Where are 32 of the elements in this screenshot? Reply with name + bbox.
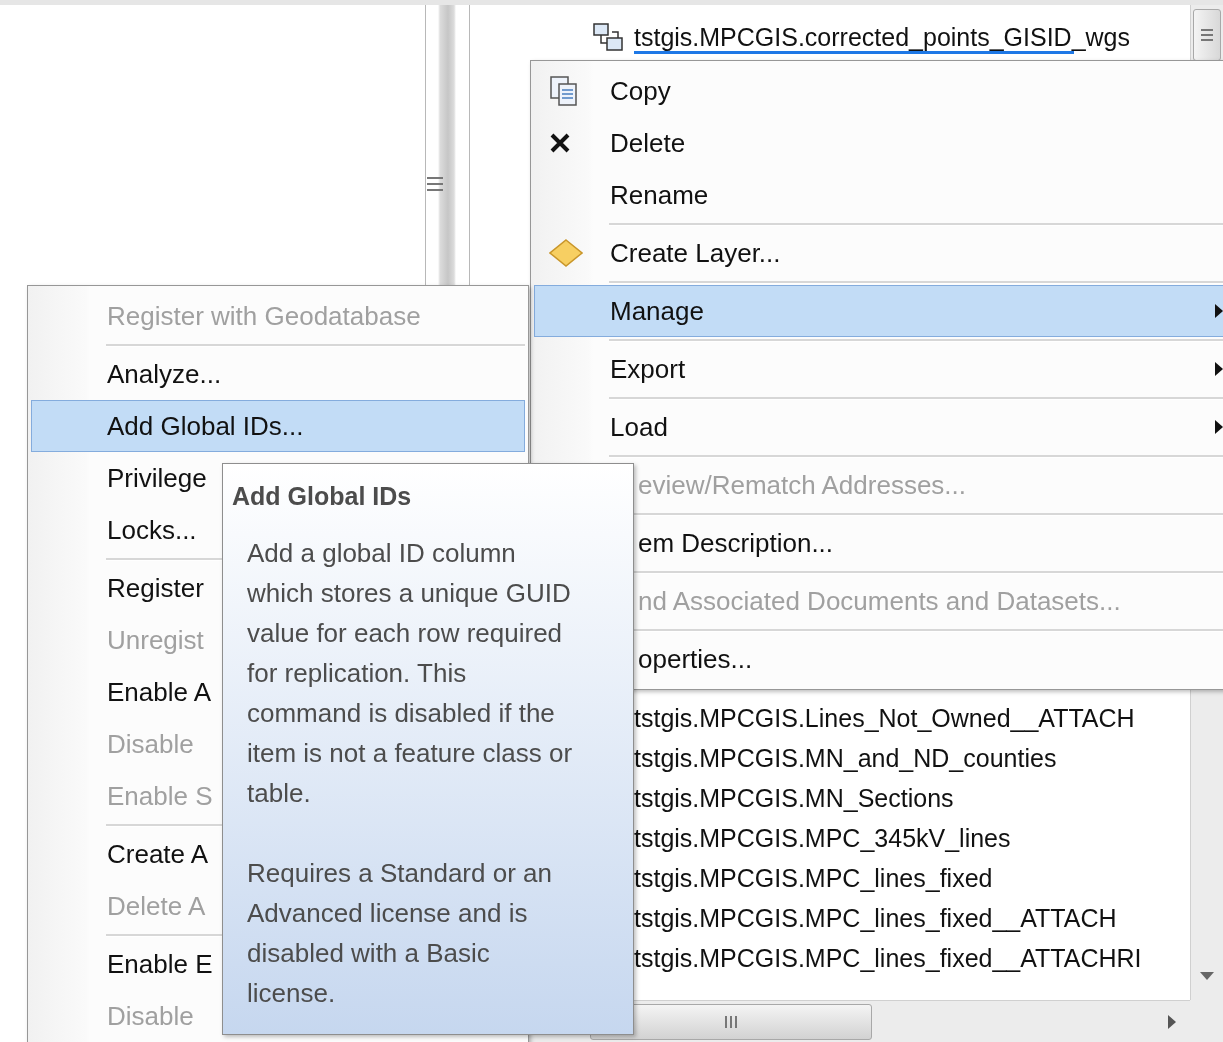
tree-item[interactable]: tstgis.MPCGIS.MPC_lines_fixed [634,861,993,895]
grip-icon [1200,28,1214,42]
menu-item[interactable]: Copy [534,65,1223,117]
scroll-right-arrow-icon[interactable] [1168,1014,1176,1029]
scroll-down-arrow-icon[interactable] [1200,972,1214,980]
tree-item[interactable]: tstgis.MPCGIS.MPC_lines_fixed__ATTACH [634,901,1117,935]
grip-icon [724,1014,738,1029]
tree-item[interactable]: tstgis.MPCGIS.MPC_lines_fixed__ATTACHRI [634,941,1142,975]
copy-icon [549,75,579,107]
menu-item[interactable]: Analyze... [31,348,525,400]
menu-item[interactable]: Manage [534,285,1223,337]
submenu-arrow-icon [1215,420,1223,434]
submenu-arrow-icon [1215,362,1223,376]
tree-item[interactable]: tstgis.MPCGIS.MN_and_ND_counties [634,741,1057,775]
diamond-icon [549,239,583,267]
relationship-class-icon [592,22,624,52]
tooltip-title: Add Global IDs [232,482,412,511]
delete-icon [549,132,571,154]
menu-item[interactable]: Delete [534,117,1223,169]
tooltip-text: Requires a Standard or an Advanced license and is disabled with a Basic license. [247,857,553,1010]
menu-item[interactable]: Export [534,343,1223,395]
menu-item[interactable]: Rename [534,169,1223,221]
tree-item[interactable]: tstgis.MPCGIS.MN_Sections [634,781,954,815]
tooltip-text: Add a global ID column which stores a unique GUID value for each row required for replication. This command is disabled if the item is not a feature class or table. [247,537,574,810]
menu-item[interactable]: Load [534,401,1223,453]
scroll-thumb[interactable] [1193,9,1221,61]
submenu-arrow-icon [1215,304,1223,318]
menu-item[interactable]: Add Global IDs... [31,400,525,452]
grip-icon[interactable] [425,175,444,193]
tree-item[interactable]: tstgis.MPCGIS.MPC_345kV_lines [634,821,1011,855]
tree-item[interactable]: tstgis.MPCGIS.Lines_Not_Owned__ATTACH [634,701,1135,735]
menu-item[interactable]: Create Layer... [534,227,1223,279]
